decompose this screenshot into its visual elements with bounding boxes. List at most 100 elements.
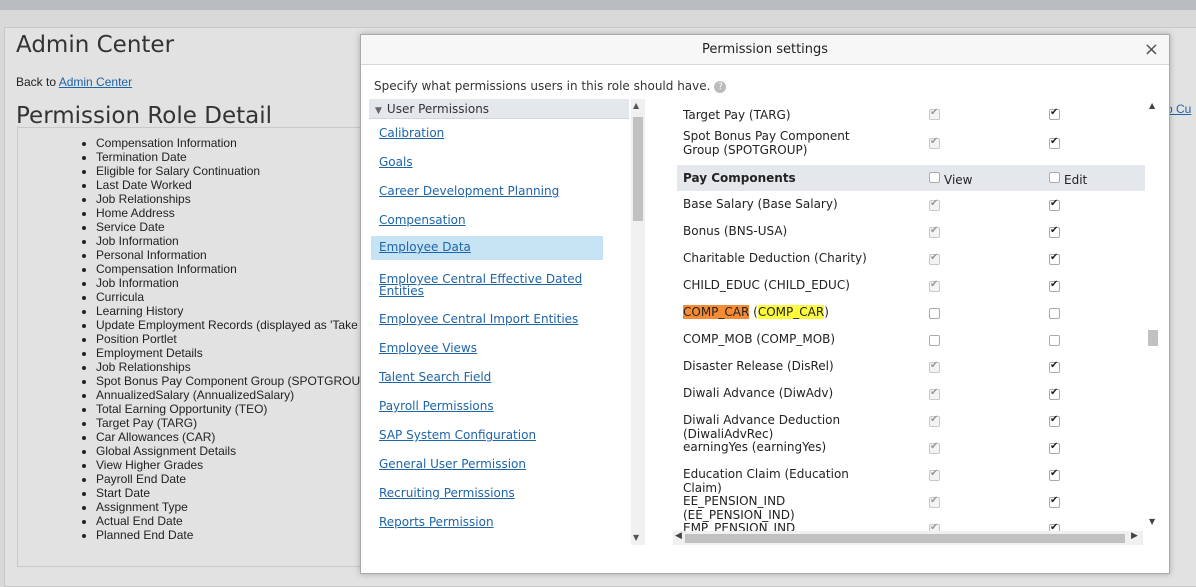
scroll-up-icon[interactable]: ▲ [633,101,639,110]
category-item[interactable]: Payroll Permissions [371,398,603,414]
category-item[interactable]: General User Permission [371,456,603,472]
permission-list-item: Job Information [96,276,360,290]
edit-checkbox[interactable] [1049,335,1060,346]
category-item[interactable]: Employee Data [371,236,603,260]
top-bar [0,0,1196,10]
detail-horizontal-scrollbar[interactable]: ◀ ▶ [673,531,1143,545]
edit-checkbox[interactable] [1049,414,1060,427]
scroll-down-icon[interactable]: ▼ [1149,517,1155,526]
permission-row: Diwali Advance Deduction (DiwaliAdvRec) [677,410,1145,441]
edit-checkbox[interactable] [1049,279,1060,292]
intro-text: Specify what permissions users in this r… [374,79,727,93]
view-checkbox[interactable] [929,522,940,531]
edit-checkbox[interactable] [1049,495,1060,508]
scroll-right-icon[interactable]: ▶ [1131,531,1138,541]
scroll-thumb[interactable] [1148,330,1158,346]
view-checkbox[interactable] [929,225,940,238]
permission-list-item: Last Date Worked [96,178,360,192]
permission-row: COMP_CAR (COMP_CAR) [677,302,1145,326]
permission-list-item: Update Employment Records (displayed as … [96,318,360,332]
view-checkbox[interactable] [929,279,940,292]
view-checkbox[interactable] [929,335,940,346]
permission-label: Disaster Release (DisRel) [683,359,834,373]
collapse-triangle-icon[interactable]: ▼ [375,106,382,116]
view-checkbox[interactable] [929,136,940,149]
edit-checkbox[interactable] [1049,136,1060,149]
view-checkbox[interactable] [929,198,940,211]
permission-row: EMP_PENSION_IND (EMP_PENSION_IND) [677,518,1145,531]
permission-list-item: Total Earning Opportunity (TEO) [96,402,360,416]
permission-label: COMP_MOB (COMP_MOB) [683,332,836,346]
view-checkbox[interactable] [929,414,940,427]
group-label: Pay Components [683,171,796,185]
edit-all-checkbox[interactable] [1049,172,1060,183]
permission-list-item: Job Relationships [96,192,360,206]
edit-checkbox[interactable] [1049,468,1060,481]
permission-row: EE_PENSION_IND (EE_PENSION_IND) [677,491,1145,522]
close-icon[interactable]: × [1144,39,1159,60]
permission-detail-panel: Target Pay (TARG) Spot Bonus Pay Componen… [677,99,1145,531]
category-item[interactable]: Reports Permission [371,514,603,530]
permission-list-item: Start Date [96,486,360,500]
view-checkbox[interactable] [929,495,940,508]
category-item[interactable]: SAP System Configuration [371,427,603,443]
permission-row: Charitable Deduction (Charity) [677,248,1145,272]
view-checkbox[interactable] [929,468,940,481]
scroll-thumb[interactable] [633,117,643,221]
user-permissions-header[interactable]: ▼ User Permissions [369,99,629,119]
permission-list-item: Employment Details [96,346,360,360]
edit-checkbox[interactable] [1049,308,1060,319]
permission-list-item: Job Information [96,234,360,248]
view-checkbox[interactable] [929,308,940,319]
edit-checkbox[interactable] [1049,225,1060,238]
help-icon[interactable]: ? [714,80,727,93]
category-item[interactable]: Recruiting Permissions [371,485,603,501]
permission-list-item: Target Pay (TARG) [96,416,360,430]
category-item[interactable]: Compensation [371,212,603,228]
permission-list-item: Car Allowances (CAR) [96,430,360,444]
view-all-checkbox[interactable] [929,172,940,183]
permission-list-item: Home Address [96,206,360,220]
edit-checkbox[interactable] [1049,198,1060,211]
search-highlight: COMP_CAR [683,305,750,319]
permission-label: Diwali Advance (DiwAdv) [683,386,834,400]
view-checkbox[interactable] [929,107,940,120]
permission-label: Charitable Deduction (Charity) [683,251,867,265]
edit-checkbox[interactable] [1049,360,1060,373]
permission-list-item: Personal Information [96,248,360,262]
edit-checkbox[interactable] [1049,107,1060,120]
edit-checkbox[interactable] [1049,387,1060,400]
category-item[interactable]: Employee Views [371,340,603,356]
permission-list-item: Compensation Information [96,136,360,150]
edit-checkbox[interactable] [1049,522,1060,531]
detail-vertical-scrollbar[interactable]: ▲ ▼ [1145,99,1161,529]
category-item[interactable]: Career Development Planning [371,183,603,199]
permission-row: Bonus (BNS-USA) [677,221,1145,245]
category-item[interactable]: Calibration [371,125,603,141]
category-item[interactable]: Employee Central Effective Dated Entitie… [371,271,603,299]
permission-list-item: Compensation Information [96,262,360,276]
permission-settings-dialog: Permission settings × Specify what permi… [360,34,1170,574]
permission-row: Target Pay (TARG) [677,101,1145,123]
edit-checkbox[interactable] [1049,252,1060,265]
permission-category-panel: ▼ User Permissions Calibration Goals Career… [369,99,639,545]
permission-list-item: Eligible for Salary Continuation [96,164,360,178]
category-item[interactable]: Analytics permission [371,543,603,545]
admin-center-link[interactable]: Admin Center [59,75,132,89]
category-item[interactable]: Goals [371,154,603,170]
category-item[interactable]: Talent Search Field [371,369,603,385]
view-checkbox[interactable] [929,360,940,373]
category-scrollbar[interactable]: ▲ ▼ [631,99,645,545]
scroll-thumb[interactable] [685,534,1125,543]
view-checkbox[interactable] [929,441,940,454]
view-checkbox[interactable] [929,387,940,400]
scroll-up-icon[interactable]: ▲ [1149,101,1155,110]
view-checkbox[interactable] [929,252,940,265]
category-item[interactable]: Employee Central Import Entities [371,311,603,327]
scroll-left-icon[interactable]: ◀ [675,531,682,541]
scroll-down-icon[interactable]: ▼ [633,533,639,542]
edit-checkbox[interactable] [1049,441,1060,454]
permission-list-item: View Higher Grades [96,458,360,472]
permission-row: Base Salary (Base Salary) [677,194,1145,218]
dialog-header: Permission settings × [361,35,1169,65]
